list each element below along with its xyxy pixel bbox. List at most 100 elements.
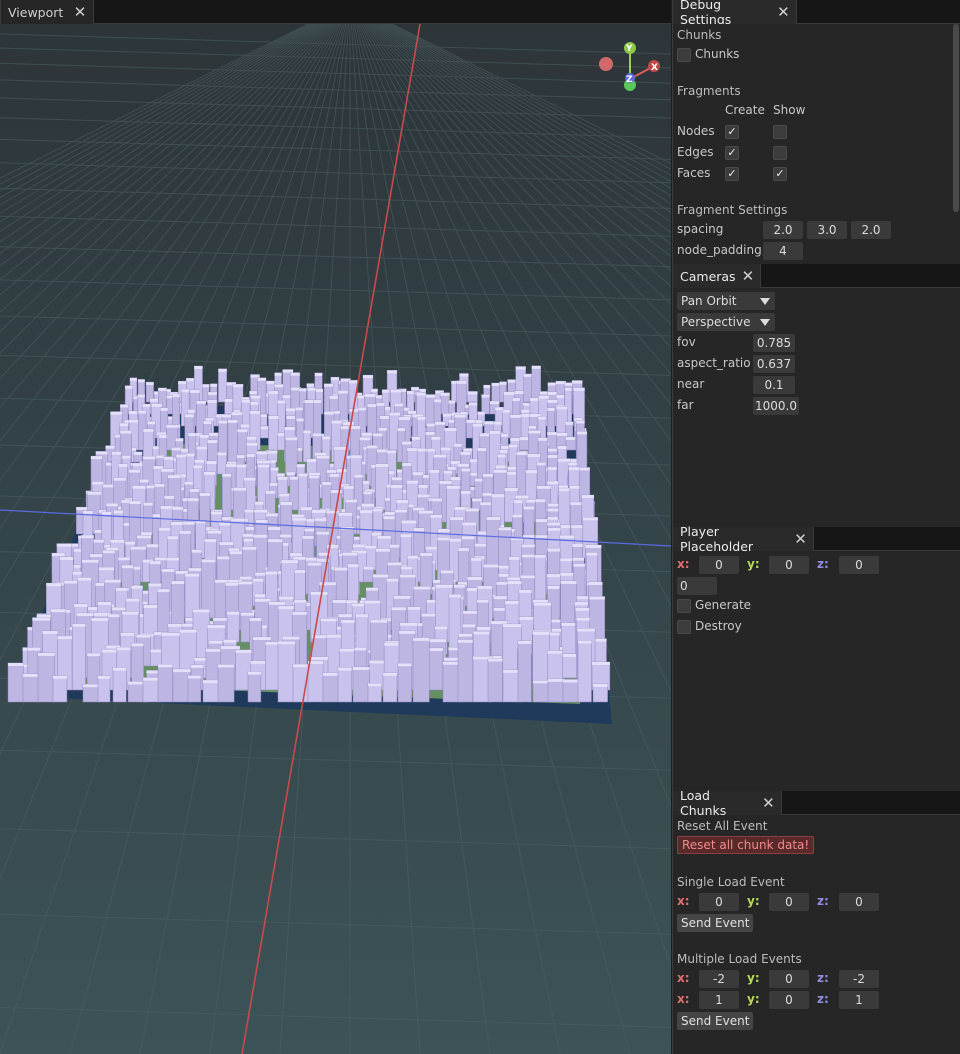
spacing-x-field[interactable]: 2.0 <box>763 221 803 239</box>
nodes-show-checkbox[interactable] <box>773 125 787 139</box>
far-field[interactable]: 1000.0 <box>753 397 799 415</box>
destroy-checkbox[interactable] <box>677 620 691 634</box>
send-multiple-event-button[interactable]: Send Event <box>677 1012 754 1030</box>
fragment-settings-header: Fragment Settings <box>677 203 788 217</box>
y-axis-label: y: <box>747 992 760 1006</box>
far-label: far <box>677 398 694 412</box>
camera-mode-select[interactable]: Pan Orbit <box>677 292 775 310</box>
edges-create-checkbox[interactable]: ✓ <box>725 146 739 160</box>
x-axis-label: x: <box>677 894 690 908</box>
chevron-down-icon <box>760 298 770 305</box>
z-axis-label: z: <box>817 894 829 908</box>
chevron-down-icon <box>760 319 770 326</box>
player-y-field[interactable]: 0 <box>769 556 809 574</box>
3d-viewport[interactable]: Y X Z <box>0 24 671 1054</box>
spacing-label: spacing <box>677 222 724 236</box>
fragments-header: Fragments <box>677 84 741 98</box>
cameras-panel: Pan Orbit Perspective fov 0.785 aspect_r… <box>672 288 960 527</box>
scene-canvas: Y X Z <box>0 24 671 1054</box>
aspect-ratio-label: aspect_ratio <box>677 356 751 370</box>
close-icon[interactable]: ✕ <box>794 531 807 547</box>
faces-label: Faces <box>677 166 711 180</box>
single-x-field[interactable]: 0 <box>699 893 739 911</box>
neg-x-handle[interactable] <box>599 57 613 71</box>
node-padding-label: node_padding <box>677 243 762 257</box>
close-icon[interactable]: ✕ <box>742 268 755 284</box>
z-axis-label: z: <box>817 971 829 985</box>
faces-show-checkbox[interactable]: ✓ <box>773 167 787 181</box>
send-single-event-button[interactable]: Send Event <box>677 914 754 932</box>
reset-header: Reset All Event <box>677 819 768 833</box>
close-icon[interactable]: ✕ <box>762 795 775 811</box>
tab-label: Cameras <box>680 268 736 284</box>
multiple-load-header: Multiple Load Events <box>677 952 802 966</box>
load-chunks-panel: Reset All Event Reset all chunk data! Si… <box>672 815 960 1054</box>
aspect-ratio-field[interactable]: 0.637 <box>753 355 795 373</box>
viewport-tabbar: Viewport ✕ <box>0 0 671 24</box>
spacing-y-field[interactable]: 3.0 <box>807 221 847 239</box>
near-label: near <box>677 377 705 391</box>
nodes-create-checkbox[interactable]: ✓ <box>725 125 739 139</box>
single-load-header: Single Load Event <box>677 875 785 889</box>
projection-select[interactable]: Perspective <box>677 313 775 331</box>
fov-field[interactable]: 0.785 <box>753 334 795 352</box>
player-panel: x: 0 y: 0 z: 0 0 Generate Destroy <box>672 551 960 791</box>
tab-player-placeholder[interactable]: Player Placeholder ✕ <box>672 524 814 554</box>
chunks-header: Chunks <box>677 28 722 42</box>
gizmo-z-label: Z <box>626 75 633 85</box>
x-axis-label: x: <box>677 971 690 985</box>
generate-checkbox[interactable] <box>677 599 691 613</box>
tab-label: Viewport <box>8 4 64 20</box>
y-axis-label: y: <box>747 557 760 571</box>
z-axis-label: z: <box>817 992 829 1006</box>
cameras-tabbar: Cameras ✕ <box>672 264 960 288</box>
reset-chunks-button[interactable]: Reset all chunk data! <box>677 836 815 854</box>
x-axis-label: x: <box>677 992 690 1006</box>
fov-label: fov <box>677 335 696 349</box>
faces-create-checkbox[interactable]: ✓ <box>725 167 739 181</box>
edges-label: Edges <box>677 145 714 159</box>
node-padding-field[interactable]: 4 <box>763 242 803 260</box>
create-column-header: Create <box>725 103 765 117</box>
tab-label: Player Placeholder <box>680 524 754 554</box>
multi-2-y-field[interactable]: 0 <box>769 991 809 1009</box>
select-value: Perspective <box>681 315 751 329</box>
multi-2-z-field[interactable]: 1 <box>839 991 879 1009</box>
player-extra-field[interactable]: 0 <box>677 577 717 595</box>
y-axis-label: y: <box>747 971 760 985</box>
player-z-field[interactable]: 0 <box>839 556 879 574</box>
single-z-field[interactable]: 0 <box>839 893 879 911</box>
player-x-field[interactable]: 0 <box>699 556 739 574</box>
load-chunks-tabbar: Load Chunks ✕ <box>672 788 960 818</box>
nodes-label: Nodes <box>677 124 715 138</box>
close-icon[interactable]: ✕ <box>777 4 790 20</box>
single-y-field[interactable]: 0 <box>769 893 809 911</box>
gizmo-y-label: Y <box>625 44 633 54</box>
z-axis-label: z: <box>817 557 829 571</box>
near-field[interactable]: 0.1 <box>753 376 795 394</box>
multi-2-x-field[interactable]: 1 <box>699 991 739 1009</box>
debug-tabbar: Debug Settings ✕ <box>672 0 960 27</box>
tab-label: Load Chunks <box>680 788 727 818</box>
destroy-label: Destroy <box>695 619 742 633</box>
multi-1-x-field[interactable]: -2 <box>699 970 739 988</box>
close-icon[interactable]: ✕ <box>73 4 87 20</box>
generate-label: Generate <box>695 598 752 612</box>
tab-load-chunks[interactable]: Load Chunks ✕ <box>672 788 782 818</box>
select-value: Pan Orbit <box>681 294 737 308</box>
tab-label: Debug Settings <box>680 0 732 27</box>
show-column-header: Show <box>773 103 806 117</box>
y-axis-label: y: <box>747 894 760 908</box>
x-axis-label: x: <box>677 557 690 571</box>
tab-debug-settings[interactable]: Debug Settings ✕ <box>672 0 797 27</box>
edges-show-checkbox[interactable] <box>773 146 787 160</box>
multi-1-y-field[interactable]: 0 <box>769 970 809 988</box>
tab-cameras[interactable]: Cameras ✕ <box>672 264 761 288</box>
multi-1-z-field[interactable]: -2 <box>839 970 879 988</box>
debug-settings-panel: Chunks Chunks Fragments Create Show Node… <box>672 24 960 264</box>
chunks-checkbox[interactable] <box>677 48 691 62</box>
gizmo-x-label: X <box>651 63 658 73</box>
spacing-z-field[interactable]: 2.0 <box>851 221 891 239</box>
panel-scrollbar[interactable] <box>953 24 959 212</box>
tab-viewport[interactable]: Viewport ✕ <box>0 0 94 24</box>
